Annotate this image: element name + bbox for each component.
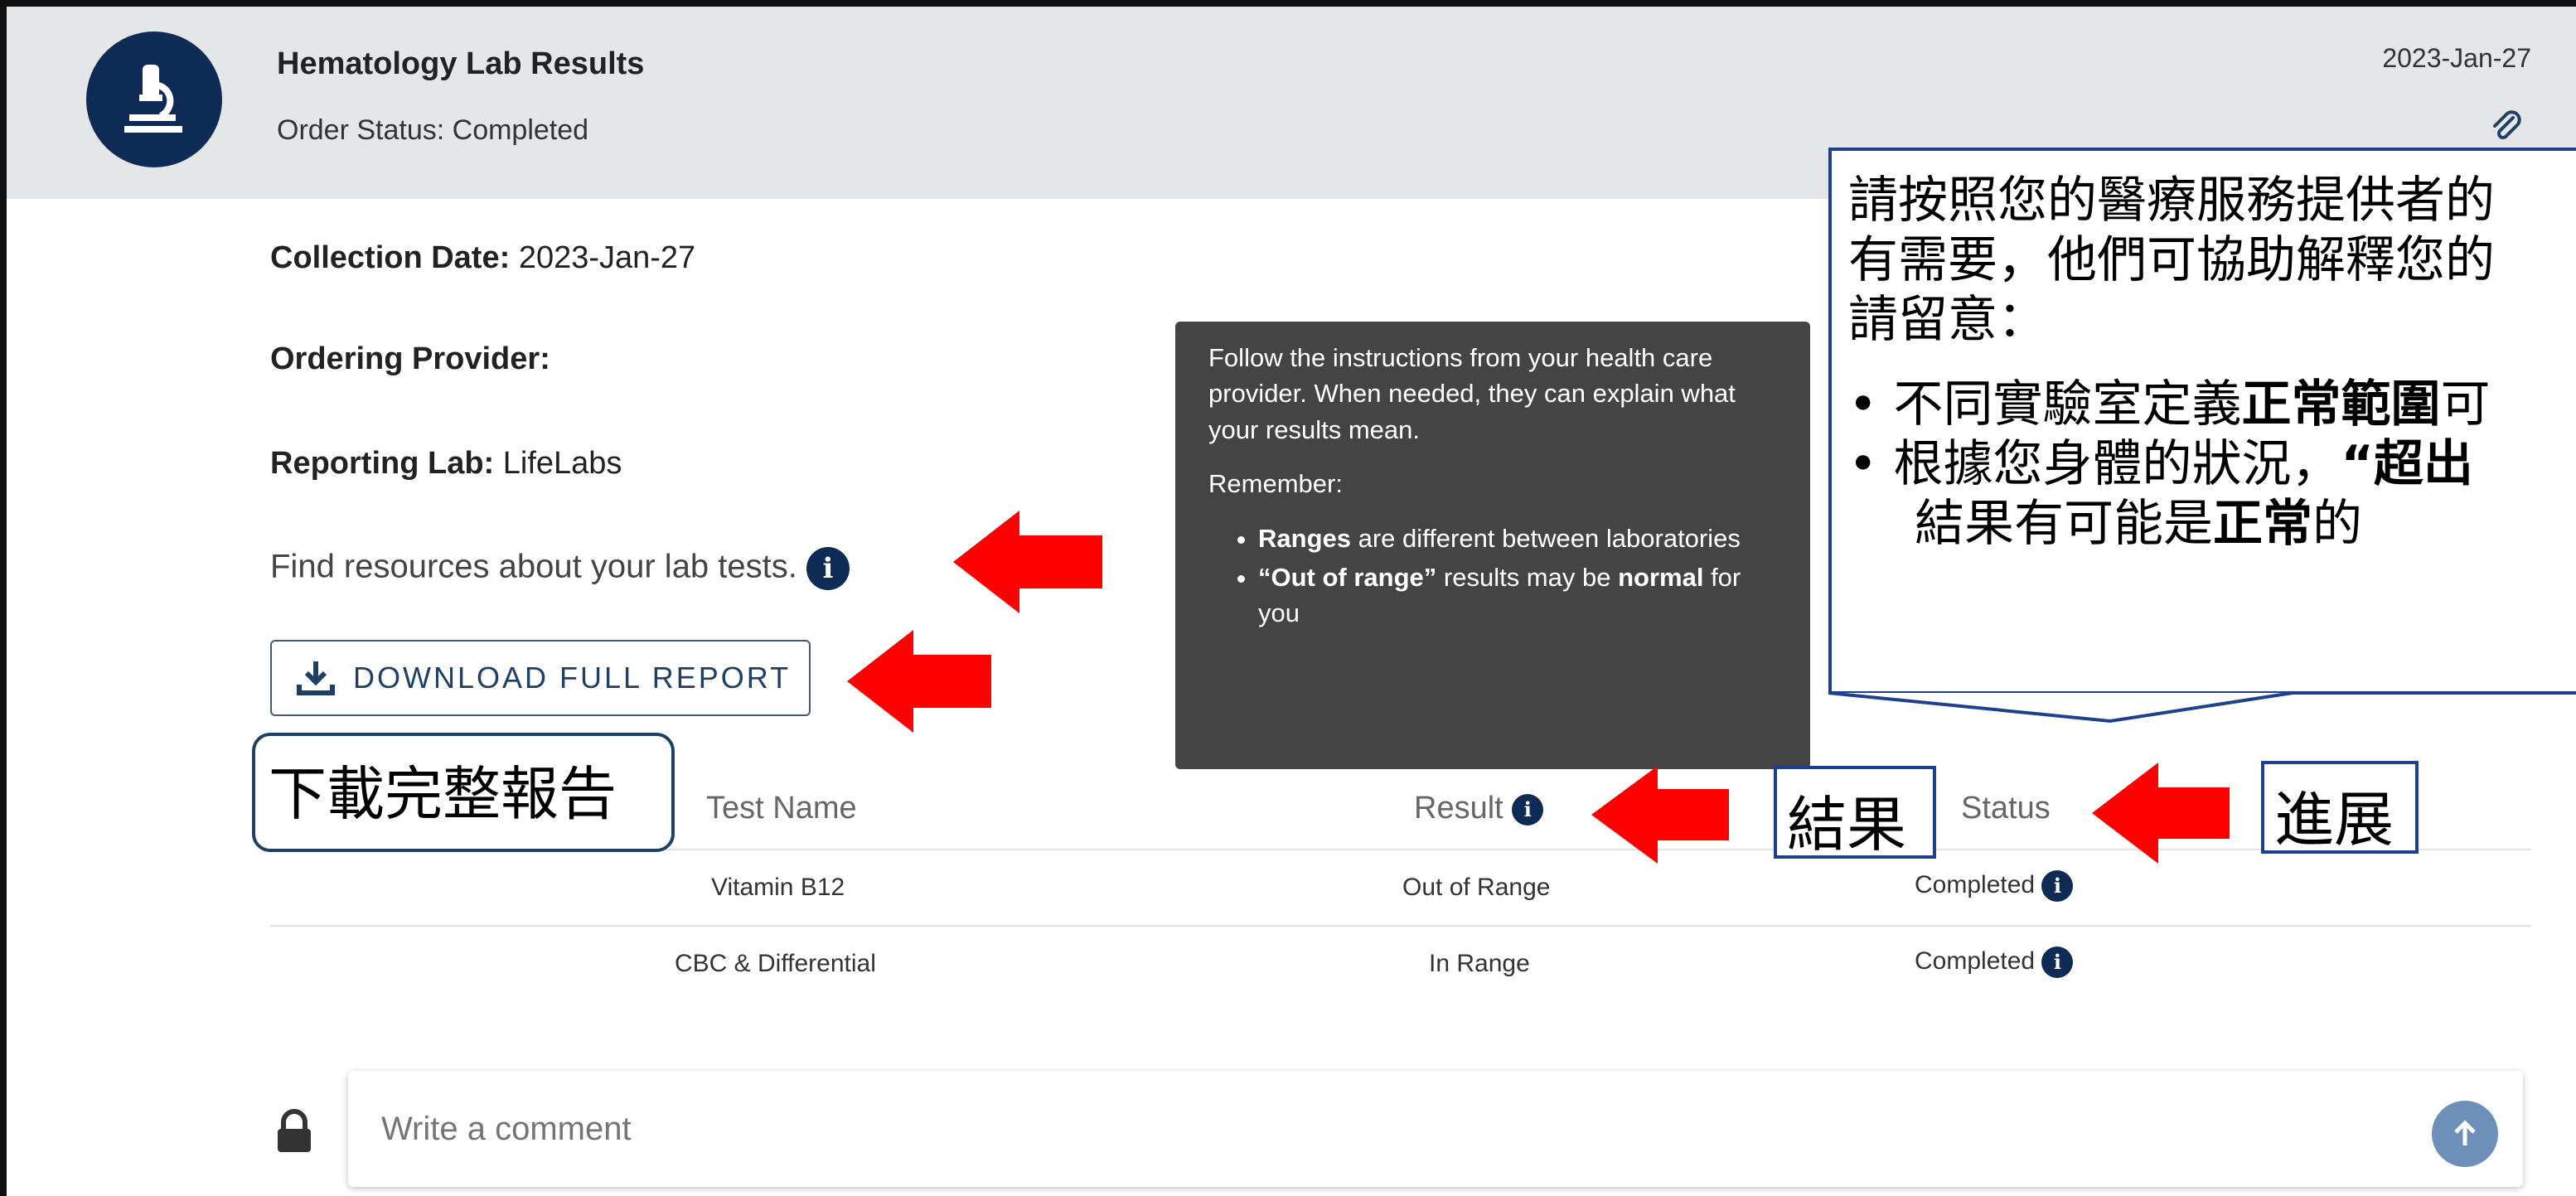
tooltip-bullet-1: Ranges are different between laboratorie…	[1258, 521, 1777, 556]
callout-bullet-1: • 不同實驗室定義正常範圍可	[1848, 375, 2491, 433]
resources-text: Find resources about your lab tests.	[270, 548, 797, 585]
reporting-lab: Reporting Lab: LifeLabs	[270, 446, 622, 482]
col-result: Result i	[1414, 791, 1544, 826]
col-test-name: Test Name	[706, 791, 857, 826]
col-status: Status	[1961, 791, 2051, 826]
reporting-value: LifeLabs	[502, 446, 622, 481]
table-cell-test: CBC & Differential	[675, 950, 876, 977]
page-title: Hematology Lab Results	[277, 46, 645, 81]
comment-box	[348, 1071, 2523, 1187]
callout-line-1: 請按照您的醫療服務提供者的	[1848, 172, 2495, 230]
reporting-label: Reporting Lab:	[270, 446, 495, 481]
table-cell-result: Out of Range	[1402, 874, 1551, 901]
header-date: 2023-Jan-27	[2382, 43, 2531, 73]
callout-line-2: 有需要，他們可協助解釋您的	[1848, 231, 2495, 289]
table-cell-result: In Range	[1429, 950, 1530, 977]
provider-label: Ordering Provider:	[270, 341, 550, 376]
red-arrow-icon	[1591, 766, 1729, 864]
row-divider	[270, 925, 2531, 927]
lock-icon	[275, 1109, 313, 1158]
red-arrow-icon	[953, 511, 1102, 613]
chinese-callout: 請按照您的醫療服務提供者的 有需要，他們可協助解釋您的 請留意： • 不同實驗室…	[1828, 148, 2576, 695]
tooltip-para1: Follow the instructions from your health…	[1208, 343, 1736, 444]
paperclip-icon[interactable]	[2490, 109, 2523, 147]
order-status: Order Status: Completed	[277, 114, 589, 146]
red-arrow-icon	[847, 630, 991, 733]
status-text: Completed	[1915, 947, 2036, 975]
status-info-icon[interactable]: i	[2041, 947, 2074, 978]
ordering-provider: Ordering Provider:	[270, 341, 550, 377]
resources-row: Find resources about your lab tests. i	[270, 547, 850, 590]
red-arrow-icon	[2092, 763, 2230, 864]
download-cn-label: 下載完整報告	[252, 733, 675, 852]
table-cell-status: Completed i	[1915, 870, 2074, 902]
status-info-icon[interactable]: i	[2041, 870, 2074, 902]
info-icon[interactable]: i	[806, 547, 850, 590]
progress-cn-label: 進展	[2261, 761, 2419, 855]
tooltip-bullet-2: “Out of range” results may be normal for…	[1258, 559, 1777, 632]
callout-line-3: 請留意：	[1848, 291, 2047, 349]
collection-value: 2023-Jan-27	[518, 240, 696, 275]
table-cell-status: Completed i	[1915, 947, 2074, 978]
microscope-icon	[86, 31, 222, 167]
download-icon	[297, 661, 335, 695]
download-full-report-button[interactable]: DOWNLOAD FULL REPORT	[270, 640, 811, 716]
callout-bullet-2: • 根據您身體的狀況，“超出	[1848, 435, 2473, 493]
download-label: DOWNLOAD FULL REPORT	[353, 661, 792, 695]
arrow-up-icon	[2454, 1120, 2476, 1145]
result-info-icon[interactable]: i	[1512, 793, 1544, 826]
collection-label: Collection Date:	[270, 240, 511, 275]
table-cell-test: Vitamin B12	[711, 874, 845, 901]
collection-date: Collection Date: 2023-Jan-27	[270, 240, 695, 276]
col-result-label: Result	[1414, 791, 1503, 826]
callout-tail	[1828, 691, 2293, 724]
result-cn-label: 結果	[1774, 766, 1936, 859]
callout-bullet-2-cont: 結果有可能是正常的	[1915, 495, 2362, 553]
status-text: Completed	[1915, 870, 2036, 898]
tooltip-para2: Remember:	[1208, 469, 1343, 499]
comment-input[interactable]	[381, 1104, 2370, 1154]
info-tooltip: Follow the instructions from your health…	[1175, 322, 1810, 769]
send-button[interactable]	[2432, 1101, 2498, 1167]
